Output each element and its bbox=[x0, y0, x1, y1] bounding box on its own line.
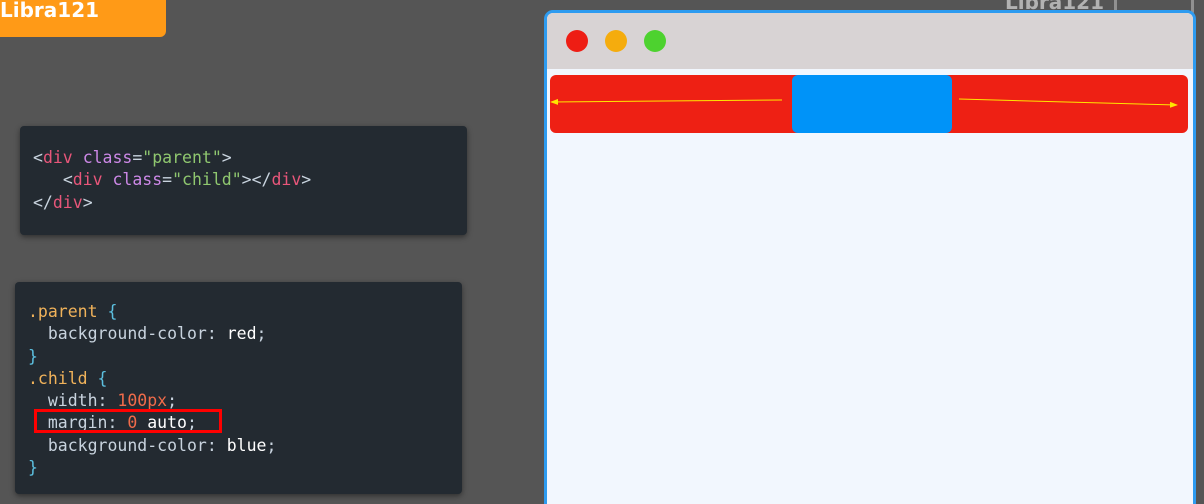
code-token: } bbox=[28, 346, 38, 366]
window-minimize-dot-icon[interactable] bbox=[605, 30, 627, 52]
code-token: } bbox=[28, 458, 38, 478]
margin-arrows bbox=[550, 98, 1178, 108]
code-token: div bbox=[52, 192, 83, 212]
code-token: < bbox=[62, 170, 73, 190]
code-token: </ bbox=[33, 192, 53, 212]
code-token: class bbox=[112, 170, 163, 190]
code-token: div bbox=[72, 170, 103, 190]
code-token: = bbox=[162, 170, 173, 190]
code-token: "parent" bbox=[142, 148, 222, 167]
css-value: 100px bbox=[117, 391, 168, 411]
window-titlebar bbox=[547, 13, 1193, 69]
right-arrow-icon bbox=[958, 98, 1178, 108]
code-token: : bbox=[206, 435, 217, 455]
highlight-box bbox=[34, 409, 222, 433]
window-close-dot-icon[interactable] bbox=[566, 30, 588, 52]
code-token: class bbox=[82, 148, 133, 167]
css-value: red bbox=[226, 324, 257, 344]
code-token: ; bbox=[167, 391, 178, 411]
code-token: < bbox=[33, 148, 43, 167]
window-maximize-dot-icon[interactable] bbox=[644, 30, 666, 52]
code-token: = bbox=[132, 148, 143, 167]
css-selector: .child bbox=[28, 368, 88, 388]
css-selector: .parent bbox=[28, 302, 98, 321]
code-token: ; bbox=[266, 435, 277, 455]
code-token: > bbox=[221, 148, 232, 167]
code-token: ></ bbox=[241, 170, 272, 190]
code-line: <div class="child"></div> bbox=[33, 170, 311, 189]
code-token: ; bbox=[256, 324, 267, 344]
code-token: { bbox=[97, 368, 108, 388]
parent-element bbox=[550, 75, 1188, 133]
code-token: > bbox=[82, 192, 93, 212]
channel-badge: Libra121 bbox=[0, 0, 166, 37]
css-code-block: .parent { background-color: red; } .chil… bbox=[15, 282, 462, 494]
css-value: blue bbox=[226, 435, 267, 455]
css-property: background-color bbox=[47, 435, 207, 455]
code-token: div bbox=[42, 148, 73, 167]
code-line: </div> bbox=[33, 193, 93, 212]
code-token: div bbox=[271, 170, 302, 190]
code-line: <div class="parent"> bbox=[33, 148, 232, 167]
css-property: width bbox=[47, 391, 98, 411]
code-token: { bbox=[107, 302, 118, 321]
code-token: : bbox=[97, 391, 108, 411]
code-token: "child" bbox=[172, 170, 242, 190]
left-arrow-icon bbox=[550, 98, 783, 105]
css-property: background-color bbox=[47, 324, 207, 344]
channel-badge-text: Libra121 bbox=[0, 0, 100, 22]
browser-window bbox=[544, 10, 1196, 504]
html-code-block: <div class="parent"> <div class="child">… bbox=[20, 126, 467, 235]
code-token: > bbox=[301, 170, 312, 190]
code-token: : bbox=[206, 324, 217, 344]
